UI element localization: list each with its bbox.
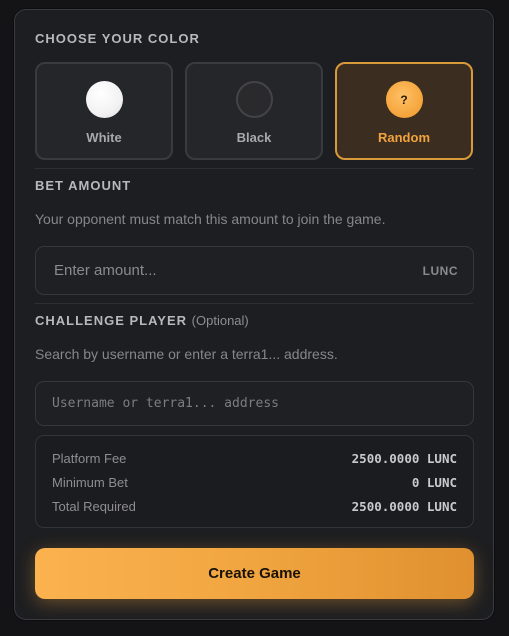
divider [35, 168, 473, 169]
fee-row-minimum: Minimum Bet 0 LUNC [52, 475, 457, 493]
optional-label: (Optional) [191, 313, 249, 328]
fee-value: 2500.0000 LUNC [351, 451, 457, 466]
color-option-label: Random [378, 130, 430, 145]
bet-amount-field: LUNC [35, 246, 474, 295]
color-option-white[interactable]: White [35, 62, 173, 160]
fee-row-platform: Platform Fee 2500.0000 LUNC [52, 451, 457, 469]
fee-label: Platform Fee [52, 451, 127, 466]
challenge-player-field [35, 381, 474, 426]
black-piece-icon [235, 81, 273, 118]
question-mark-icon: ? [385, 81, 423, 118]
color-option-label: White [86, 130, 122, 145]
challenge-player-description: Search by username or enter a terra1... … [35, 346, 338, 362]
fee-value: 2500.0000 LUNC [351, 499, 457, 514]
bet-amount-title: BET AMOUNT [35, 178, 132, 193]
color-options: White Black ? Random [35, 62, 474, 160]
bet-amount-input[interactable] [36, 247, 473, 294]
fee-summary: Platform Fee 2500.0000 LUNC Minimum Bet … [35, 435, 474, 528]
create-game-button[interactable]: Create Game [35, 548, 474, 599]
fee-label: Total Required [52, 499, 136, 514]
challenge-player-label: CHALLENGE PLAYER [35, 313, 188, 328]
color-option-random[interactable]: ? Random [335, 62, 473, 160]
opponent-search-input[interactable] [36, 382, 473, 425]
bet-amount-description: Your opponent must match this amount to … [35, 211, 386, 227]
challenge-player-title: CHALLENGE PLAYER (Optional) [35, 313, 249, 328]
divider [35, 303, 473, 304]
fee-row-total: Total Required 2500.0000 LUNC [52, 499, 457, 517]
color-option-label: Black [236, 130, 272, 145]
currency-unit: LUNC [422, 264, 458, 278]
choose-color-title: CHOOSE YOUR COLOR [35, 31, 200, 46]
color-option-black[interactable]: Black [185, 62, 323, 160]
fee-value: 0 LUNC [411, 475, 457, 490]
fee-label: Minimum Bet [52, 475, 128, 490]
create-game-panel: CHOOSE YOUR COLOR White Black ? Random B… [14, 9, 494, 620]
white-piece-icon [85, 81, 123, 118]
